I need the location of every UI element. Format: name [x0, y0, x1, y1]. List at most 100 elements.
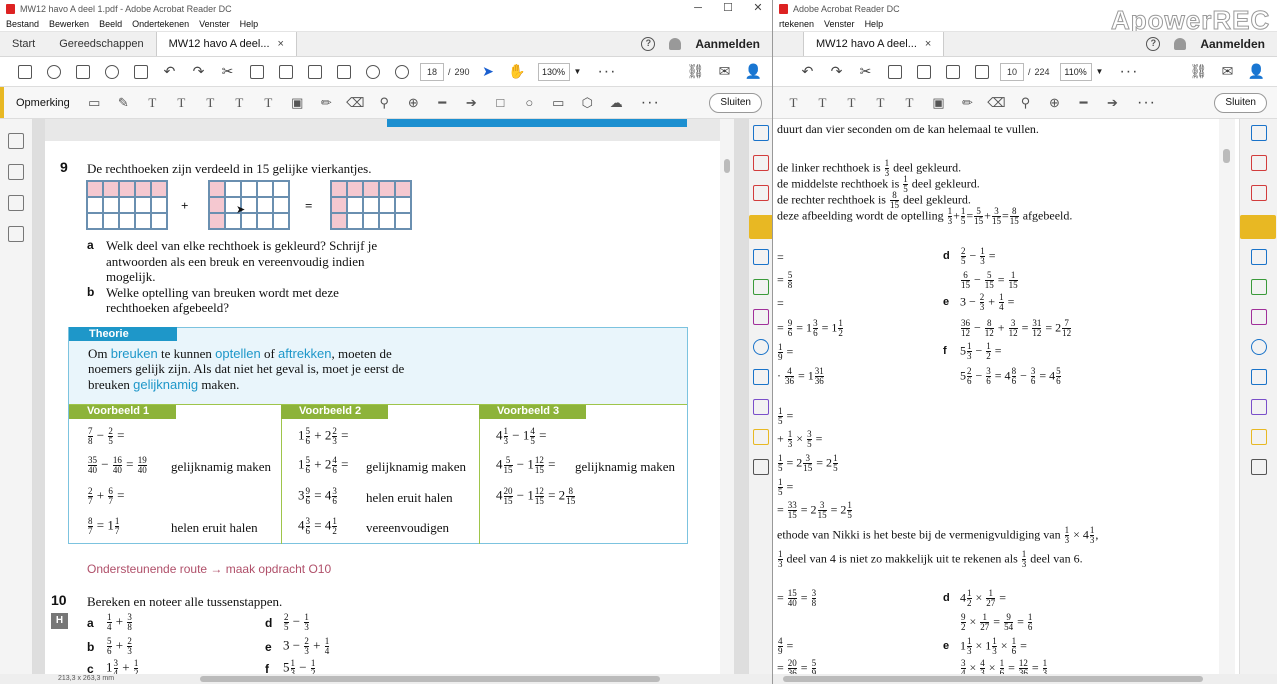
tab-tools[interactable]: Gereedschappen: [47, 32, 155, 56]
bell-icon[interactable]: [1174, 38, 1187, 50]
snapshot-icon[interactable]: [938, 61, 967, 83]
signature-icon[interactable]: [753, 399, 769, 415]
close-icon[interactable]: ✕: [743, 0, 772, 17]
menu-help[interactable]: Help: [240, 17, 259, 31]
strikethrough-icon[interactable]: T: [808, 92, 837, 114]
sticky-note-icon[interactable]: ▭: [80, 92, 109, 114]
save-icon[interactable]: [10, 61, 39, 83]
pencil-icon[interactable]: ✏: [312, 92, 341, 114]
organize-pages-icon[interactable]: [753, 279, 769, 295]
text-box-icon[interactable]: ▣: [924, 92, 953, 114]
eraser-icon[interactable]: ⌫: [341, 92, 370, 114]
more-annot-icon[interactable]: ···: [1137, 94, 1156, 110]
export-pdf-icon[interactable]: [1250, 185, 1267, 201]
page-up-icon[interactable]: [358, 61, 387, 83]
share-user-icon[interactable]: 👤: [739, 61, 768, 83]
vertical-scrollbar[interactable]: [720, 119, 734, 674]
menu-bestand[interactable]: Bestand: [6, 17, 39, 31]
tab-start[interactable]: Start: [0, 32, 47, 56]
copy-icon[interactable]: [880, 61, 909, 83]
page-down-icon[interactable]: [387, 61, 416, 83]
menu-beeld[interactable]: Beeld: [99, 17, 122, 31]
stamp-icon[interactable]: ⚲: [370, 92, 399, 114]
callout-icon[interactable]: ▭: [544, 92, 573, 114]
link-icon[interactable]: ⛓: [1184, 61, 1213, 83]
more-tools-icon[interactable]: [753, 459, 769, 475]
stamp-icon[interactable]: ⚲: [1011, 92, 1040, 114]
more-tools-icon[interactable]: [1250, 459, 1267, 475]
mail-icon[interactable]: ✉: [1213, 61, 1242, 83]
cut-icon[interactable]: ✂: [213, 61, 242, 83]
right-close-comment-button[interactable]: Sluiten: [1214, 92, 1267, 113]
right-horizontal-scrollbar[interactable]: [773, 674, 1277, 684]
right-zoom-control[interactable]: 110% ▼: [1059, 62, 1103, 81]
insert-text-icon[interactable]: T: [225, 92, 254, 114]
binoculars-icon[interactable]: [967, 61, 996, 83]
print-icon[interactable]: [68, 61, 97, 83]
horizontal-scrollbar[interactable]: 213,3 x 263,3 mm: [0, 674, 772, 684]
attachment-icon[interactable]: [8, 195, 24, 211]
redo-icon[interactable]: ↷: [822, 61, 851, 83]
search-icon[interactable]: [97, 61, 126, 83]
undo-icon[interactable]: ↶: [155, 61, 184, 83]
comment-tool-icon[interactable]: [1240, 215, 1276, 239]
share-user-icon[interactable]: 👤: [1242, 61, 1271, 83]
paste-icon[interactable]: [909, 61, 938, 83]
menu-venster[interactable]: Venster: [199, 17, 230, 31]
right-tab-document[interactable]: MW12 havo A deel... ×: [803, 32, 945, 57]
scan-icon[interactable]: [753, 369, 769, 385]
maximize-icon[interactable]: ☐: [713, 0, 743, 17]
hand-icon[interactable]: ✋: [503, 61, 532, 83]
add-text-icon[interactable]: T: [895, 92, 924, 114]
polygon-icon[interactable]: ⬡: [573, 92, 602, 114]
line-icon[interactable]: ━: [428, 92, 457, 114]
right-vertical-scrollbar[interactable]: [1219, 119, 1235, 674]
close-comment-button[interactable]: Sluiten: [709, 92, 762, 113]
underline-text-icon[interactable]: T: [138, 92, 167, 114]
zoom-input[interactable]: 130%: [537, 62, 570, 81]
menu-ondertekenen[interactable]: rtekenen: [779, 17, 814, 31]
copy-icon[interactable]: [242, 61, 271, 83]
attach-icon[interactable]: ⊕: [399, 92, 428, 114]
signature-icon[interactable]: [1250, 399, 1267, 415]
cut-icon[interactable]: ✂: [851, 61, 880, 83]
send-comments-icon[interactable]: [1250, 429, 1267, 445]
menu-venster[interactable]: Venster: [824, 17, 855, 31]
protect-icon[interactable]: [1250, 339, 1267, 355]
add-text-icon[interactable]: T: [254, 92, 283, 114]
menu-bewerken[interactable]: Bewerken: [49, 17, 89, 31]
help-icon[interactable]: ?: [1146, 37, 1161, 51]
combine-files-icon[interactable]: [753, 249, 769, 265]
tab-close-icon[interactable]: ×: [925, 32, 931, 57]
create-pdf-icon[interactable]: [1250, 125, 1267, 141]
strikethrough-icon[interactable]: T: [167, 92, 196, 114]
combine-files-icon[interactable]: [1250, 249, 1267, 265]
binoculars-icon[interactable]: [329, 61, 358, 83]
highlight-icon[interactable]: ✎: [109, 92, 138, 114]
more-annot-icon[interactable]: ···: [641, 94, 660, 110]
signin-link[interactable]: Aanmelden: [695, 37, 760, 51]
tab-close-icon[interactable]: ×: [278, 32, 284, 57]
menu-ondertekenen[interactable]: Ondertekenen: [132, 17, 189, 31]
menu-help[interactable]: Help: [865, 17, 884, 31]
fill-sign-icon[interactable]: [1250, 309, 1267, 325]
undo-icon[interactable]: ↶: [793, 61, 822, 83]
edit-pdf-icon[interactable]: [753, 155, 769, 171]
insert-text-icon[interactable]: T: [866, 92, 895, 114]
export-icon[interactable]: [126, 61, 155, 83]
replace-text-icon[interactable]: T: [837, 92, 866, 114]
chevron-down-icon[interactable]: ▼: [574, 67, 582, 76]
tab-document[interactable]: MW12 havo A deel... ×: [155, 32, 297, 57]
right-zoom-input[interactable]: 110%: [1059, 62, 1092, 81]
security-icon[interactable]: [8, 226, 24, 242]
right-signin-link[interactable]: Aanmelden: [1200, 37, 1265, 51]
replace-text-icon[interactable]: T: [196, 92, 225, 114]
zoom-control[interactable]: 130% ▼: [537, 62, 582, 81]
organize-pages-icon[interactable]: [1250, 279, 1267, 295]
send-comments-icon[interactable]: [753, 429, 769, 445]
export-pdf-icon[interactable]: [753, 185, 769, 201]
line-icon[interactable]: ━: [1069, 92, 1098, 114]
cloud-icon[interactable]: ☁: [602, 92, 631, 114]
paste-icon[interactable]: [271, 61, 300, 83]
text-box-icon[interactable]: ▣: [283, 92, 312, 114]
